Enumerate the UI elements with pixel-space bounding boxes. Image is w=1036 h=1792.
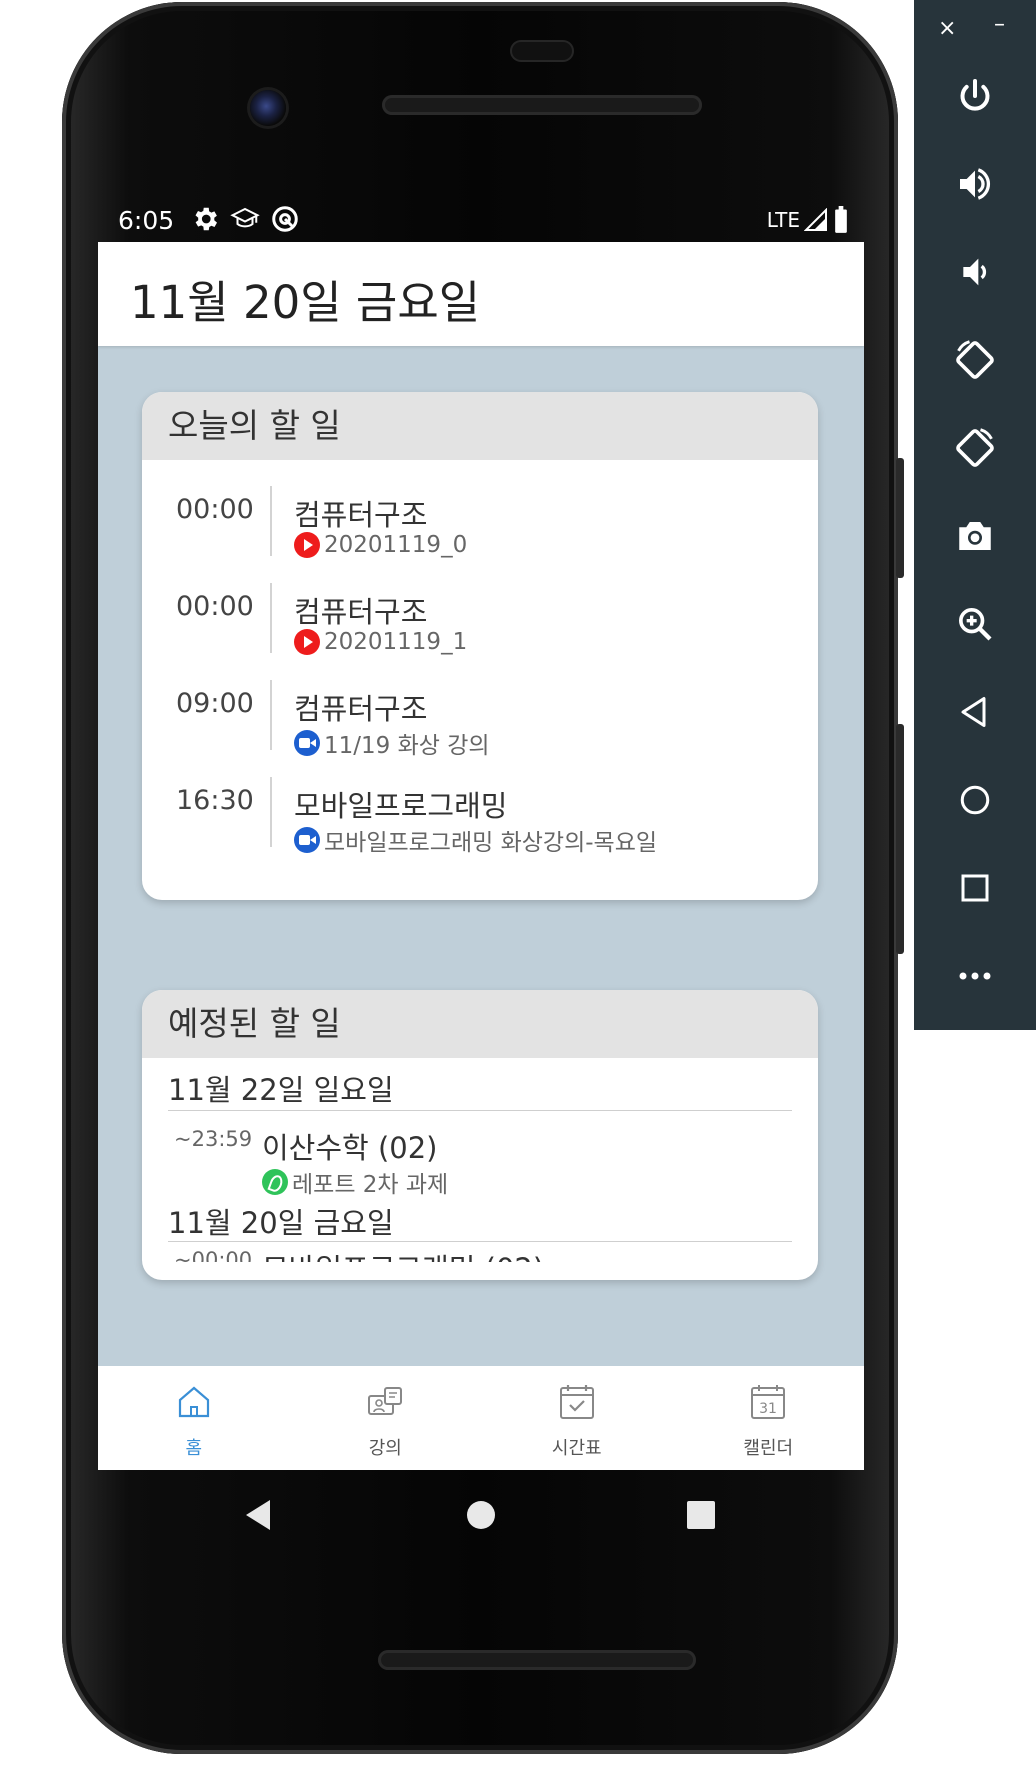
today-item[interactable]: 00:00 컴퓨터구조 20201119_1 xyxy=(142,583,818,680)
battery-icon xyxy=(835,206,847,233)
power-icon xyxy=(960,79,990,111)
zoom-icon xyxy=(959,608,992,641)
zoom-icon xyxy=(294,730,320,756)
home-icon xyxy=(960,785,990,815)
front-camera xyxy=(250,90,286,126)
calendar-icon: 31 xyxy=(751,1385,786,1419)
today-item[interactable]: 09:00 컴퓨터구조 11/19 화상 강의 xyxy=(142,680,818,777)
nav-timetable-label: 시간표 xyxy=(551,1438,602,1459)
rotate-left-icon xyxy=(956,340,994,379)
nav-home[interactable]: 홈 xyxy=(98,1366,290,1470)
today-card: 오늘의 할 일 00:00 컴퓨터구조 20201119_0 00:00 컴퓨터… xyxy=(142,392,818,900)
earpiece-notch xyxy=(510,40,574,62)
divider xyxy=(270,583,272,653)
rotate-right-button[interactable] xyxy=(914,408,1036,488)
divider xyxy=(270,486,272,556)
home-button-icon[interactable] xyxy=(466,1500,496,1530)
app-header: 11월 20일 금요일 xyxy=(98,242,864,346)
side-button-volume xyxy=(896,724,904,954)
rotate-left-button[interactable] xyxy=(914,320,1036,400)
more-icon xyxy=(959,972,991,980)
overview-icon xyxy=(961,874,989,902)
youtube-icon xyxy=(294,532,320,558)
item-title: 모바일프로그래밍 (02) xyxy=(262,1246,544,1262)
nav-lecture-label: 강의 xyxy=(368,1438,402,1459)
today-card-heading: 오늘의 할 일 xyxy=(142,392,818,460)
youtube-icon xyxy=(294,629,320,655)
item-due-time: ~00:00 xyxy=(174,1248,253,1262)
assignment-icon xyxy=(262,1169,288,1195)
item-subtitle: 20201119_1 xyxy=(324,629,468,655)
sync-icon xyxy=(270,204,300,234)
status-time: 6:05 xyxy=(118,206,175,235)
timetable-icon xyxy=(559,1385,594,1419)
bottom-navigation: 홈 강의 시간표 31 캘린더 xyxy=(98,1366,864,1470)
network-type: LTE xyxy=(766,208,800,232)
screenshot-button[interactable] xyxy=(914,496,1036,576)
upcoming-card: 예정된 할 일 11월 22일 일요일 ~23:59 이산수학 (02) 레포트… xyxy=(142,990,818,1280)
date-group-header: 11월 20일 금요일 xyxy=(168,1201,792,1242)
item-subtitle: 20201119_0 xyxy=(324,532,468,558)
app-screen: 11월 20일 금요일 오늘의 할 일 00:00 컴퓨터구조 20201119… xyxy=(98,242,864,1470)
emulator-home-button[interactable] xyxy=(914,760,1036,840)
volume-up-icon xyxy=(960,168,991,200)
nav-lecture[interactable]: 강의 xyxy=(290,1366,482,1470)
item-time: 00:00 xyxy=(176,494,254,525)
nav-home-label: 홈 xyxy=(185,1438,203,1459)
volume-down-button[interactable] xyxy=(914,232,1036,312)
signal-icon xyxy=(804,208,827,231)
upcoming-item[interactable]: ~23:59 이산수학 (02) 레포트 2차 과제 xyxy=(142,1111,818,1201)
today-item[interactable]: 00:00 컴퓨터구조 20201119_0 xyxy=(142,486,818,583)
emulator-overview-button[interactable] xyxy=(914,848,1036,928)
emulator-control-panel: × – xyxy=(914,0,1036,1030)
home-icon xyxy=(178,1386,209,1418)
zoom-button[interactable] xyxy=(914,584,1036,664)
volume-up-button[interactable] xyxy=(914,144,1036,224)
item-title: 모바일프로그래밍 xyxy=(294,789,508,823)
top-speaker xyxy=(382,95,702,115)
side-button-power xyxy=(896,458,904,578)
item-title: 컴퓨터구조 xyxy=(294,498,428,532)
item-time: 16:30 xyxy=(176,785,254,816)
item-subtitle: 모바일프로그래밍 화상강의-목요일 xyxy=(324,830,658,856)
camera-icon xyxy=(959,522,991,550)
page-title: 11월 20일 금요일 xyxy=(130,276,481,329)
power-button[interactable] xyxy=(914,56,1036,136)
rotate-right-icon xyxy=(956,428,994,467)
status-bar: 6:05 LTE xyxy=(98,204,864,240)
divider xyxy=(270,777,272,847)
emulator-back-button[interactable] xyxy=(914,672,1036,752)
item-title: 이산수학 (02) xyxy=(262,1131,438,1165)
item-title: 컴퓨터구조 xyxy=(294,595,428,629)
close-button[interactable]: × xyxy=(938,16,956,41)
lecture-icon xyxy=(368,1387,403,1415)
zoom-icon xyxy=(294,827,320,853)
nav-calendar-label: 캘린더 xyxy=(743,1438,794,1459)
item-title: 컴퓨터구조 xyxy=(294,692,428,726)
minimize-button[interactable]: – xyxy=(994,12,1005,37)
upcoming-item[interactable]: ~00:00 모바일프로그래밍 (02) xyxy=(142,1242,818,1262)
nav-calendar[interactable]: 31 캘린더 xyxy=(673,1366,865,1470)
android-navigation-bar xyxy=(98,1470,864,1560)
item-time: 00:00 xyxy=(176,591,254,622)
more-button[interactable] xyxy=(914,936,1036,1016)
calendar-day-number: 31 xyxy=(759,1401,777,1417)
item-time: 09:00 xyxy=(176,688,254,719)
overview-icon[interactable] xyxy=(686,1500,716,1530)
item-subtitle: 레포트 2차 과제 xyxy=(292,1172,449,1198)
gear-icon xyxy=(190,204,220,234)
volume-down-icon xyxy=(963,258,987,286)
divider xyxy=(270,680,272,750)
today-item[interactable]: 16:30 모바일프로그래밍 모바일프로그래밍 화상강의-목요일 xyxy=(142,777,818,874)
bottom-speaker xyxy=(378,1650,696,1670)
item-subtitle: 11/19 화상 강의 xyxy=(324,733,490,759)
nav-timetable[interactable]: 시간표 xyxy=(481,1366,673,1470)
back-icon[interactable] xyxy=(244,1498,274,1532)
back-icon xyxy=(961,697,986,727)
date-group-header: 11월 22일 일요일 xyxy=(168,1058,792,1111)
graduation-cap-icon xyxy=(230,204,260,234)
upcoming-card-heading: 예정된 할 일 xyxy=(142,990,818,1058)
item-due-time: ~23:59 xyxy=(174,1127,253,1151)
